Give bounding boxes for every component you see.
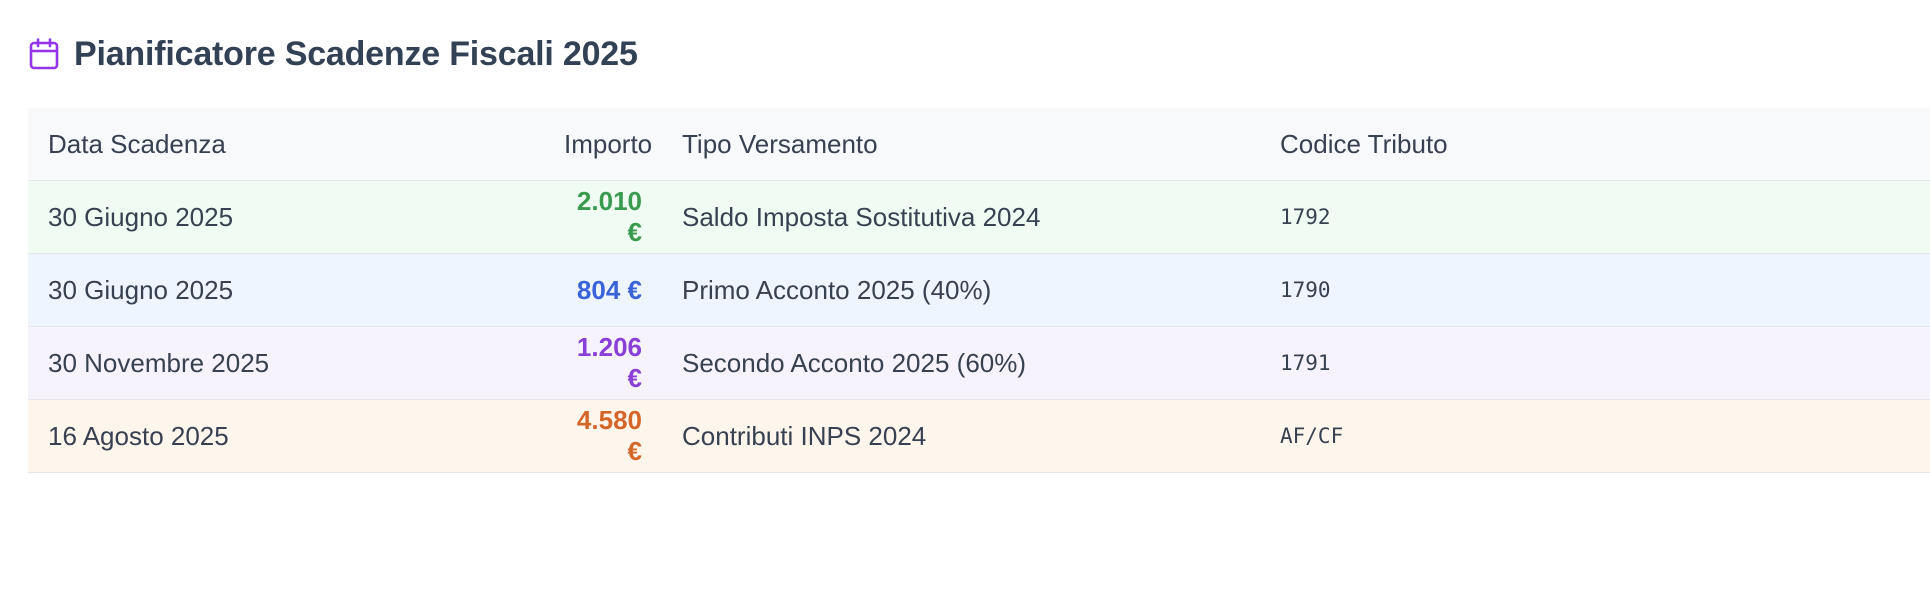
column-header-date: Data Scadenza	[28, 108, 564, 181]
deadlines-table: Data Scadenza Importo Tipo Versamento Co…	[28, 108, 1930, 473]
table-row: 30 Novembre 2025 1.206 € Secondo Acconto…	[28, 326, 1930, 400]
payment-type: Saldo Imposta Sostitutiva 2024	[662, 180, 1260, 254]
tax-code: 1792	[1260, 180, 1930, 254]
column-header-code: Codice Tributo	[1260, 108, 1930, 181]
amount: 804 €	[564, 253, 662, 327]
header: Pianificatore Scadenze Fiscali 2025	[28, 0, 1930, 108]
table-row: 30 Giugno 2025 804 € Primo Acconto 2025 …	[28, 253, 1930, 327]
payment-type: Primo Acconto 2025 (40%)	[662, 253, 1260, 327]
tax-code: AF/CF	[1260, 399, 1930, 473]
amount: 2.010 €	[564, 180, 662, 254]
amount: 4.580 €	[564, 399, 662, 473]
deadline-date: 16 Agosto 2025	[28, 399, 564, 473]
payment-type: Secondo Acconto 2025 (60%)	[662, 326, 1260, 400]
column-header-type: Tipo Versamento	[662, 108, 1260, 181]
calendar-icon	[28, 37, 60, 71]
payment-type: Contributi INPS 2024	[662, 399, 1260, 473]
amount: 1.206 €	[564, 326, 662, 400]
table-row: 16 Agosto 2025 4.580 € Contributi INPS 2…	[28, 399, 1930, 473]
deadline-date: 30 Novembre 2025	[28, 326, 564, 400]
column-header-amount: Importo	[564, 108, 662, 181]
tax-code: 1790	[1260, 253, 1930, 327]
tax-deadline-planner: Pianificatore Scadenze Fiscali 2025 Data…	[28, 0, 1930, 473]
deadline-date: 30 Giugno 2025	[28, 253, 564, 327]
tax-code: 1791	[1260, 326, 1930, 400]
table-header-row: Data Scadenza Importo Tipo Versamento Co…	[28, 108, 1930, 181]
deadline-date: 30 Giugno 2025	[28, 180, 564, 254]
table-row: 30 Giugno 2025 2.010 € Saldo Imposta Sos…	[28, 180, 1930, 254]
page-title: Pianificatore Scadenze Fiscali 2025	[74, 34, 638, 73]
